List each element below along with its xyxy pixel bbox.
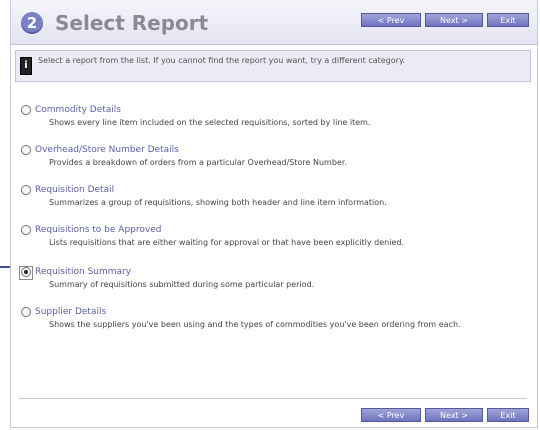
prev-button-bottom[interactable]: < Prev [361, 408, 421, 422]
radio-supplier-details[interactable] [21, 307, 31, 317]
option-description: Summary of requisitions submitted during… [49, 280, 315, 289]
page-title: Select Report [55, 11, 209, 35]
option-description: Provides a breakdown of orders from a pa… [49, 158, 347, 167]
radio-requisition-detail[interactable] [21, 185, 31, 195]
option-label[interactable]: Requisitions to be Approved [35, 224, 161, 236]
option-label[interactable]: Overhead/Store Number Details [35, 144, 179, 156]
info-message-box: i Select a report from the list. If you … [15, 50, 531, 82]
header-bar: 2 Select Report < Prev Next > Exit [11, 0, 537, 45]
option-description: Shows the suppliers you've been using an… [49, 320, 461, 329]
step-number-badge: 2 [21, 12, 43, 34]
radio-commodity-details[interactable] [21, 105, 31, 115]
option-description: Summarizes a group of requisitions, show… [49, 198, 387, 207]
option-description: Shows every line item included on the se… [49, 118, 371, 127]
exit-button-top[interactable]: Exit [487, 13, 529, 27]
option-description: Lists requisitions that are either waiti… [49, 238, 404, 247]
radio-focus-ring [19, 266, 33, 280]
footer-divider [19, 398, 527, 399]
option-label[interactable]: Supplier Details [35, 306, 106, 318]
select-report-panel: 2 Select Report < Prev Next > Exit i Sel… [10, 0, 538, 428]
info-message-text: Select a report from the list. If you ca… [38, 56, 406, 65]
radio-overhead-store-number-details[interactable] [21, 145, 31, 155]
top-nav-buttons: < Prev Next > Exit [361, 13, 529, 27]
next-button-top[interactable]: Next > [425, 13, 483, 27]
radio-requisitions-to-be-approved[interactable] [21, 225, 31, 235]
exit-button-bottom[interactable]: Exit [487, 408, 529, 422]
next-button-bottom[interactable]: Next > [425, 408, 483, 422]
radio-requisition-summary[interactable] [19, 266, 33, 280]
bottom-nav-buttons: < Prev Next > Exit [361, 408, 529, 422]
option-label[interactable]: Requisition Detail [35, 184, 114, 196]
info-icon: i [20, 57, 32, 75]
option-label[interactable]: Commodity Details [35, 104, 121, 116]
option-label[interactable]: Requisition Summary [35, 266, 131, 278]
prev-button-top[interactable]: < Prev [361, 13, 421, 27]
